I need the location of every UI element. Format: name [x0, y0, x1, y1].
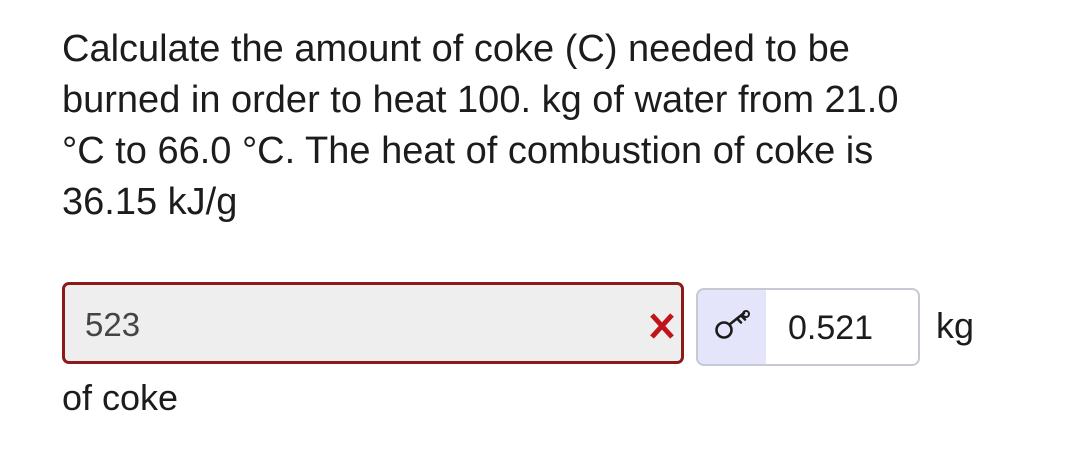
- unit-label: kg: [936, 305, 975, 346]
- answer-suffix-label: of coke: [62, 377, 179, 418]
- question-line: Calculate the amount of coke (C) needed …: [62, 28, 850, 70]
- correct-answer-value: 0.521: [788, 309, 874, 347]
- correct-answer-box: 0.521: [766, 288, 920, 366]
- key-icon: [715, 310, 750, 339]
- answer-input-value: 523: [85, 306, 141, 343]
- question-line: burned in order to heat 100. kg of water…: [62, 79, 899, 121]
- show-answer-key-button[interactable]: [696, 288, 768, 366]
- question-line: °C to 66.0 °C. The heat of combustion of…: [62, 130, 874, 172]
- question-line: 36.15 kJ/g: [62, 181, 238, 223]
- x-mark-icon: [650, 313, 674, 339]
- question-text: Calculate the amount of coke (C) needed …: [62, 24, 1042, 228]
- answer-input[interactable]: 523: [62, 282, 684, 364]
